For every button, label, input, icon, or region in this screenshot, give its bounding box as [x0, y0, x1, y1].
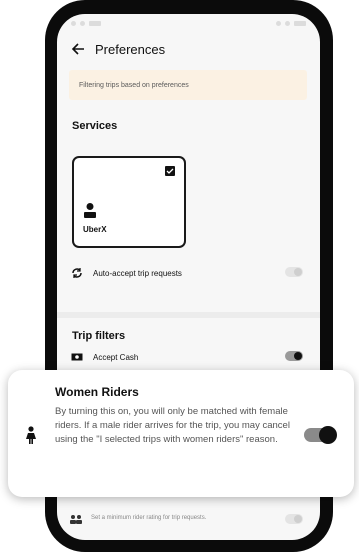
rider-rating-row[interactable]: Set a minimum rider rating for trip requ…: [69, 514, 309, 540]
service-card-uberx[interactable]: UberX: [72, 156, 186, 248]
auto-accept-row[interactable]: Auto-accept trip requests: [69, 262, 309, 284]
rider-rating-toggle[interactable]: [285, 514, 303, 524]
services-heading: Services: [72, 120, 118, 132]
women-riders-description: By turning this on, you will only be mat…: [55, 406, 290, 445]
app-icon: [80, 20, 85, 26]
woman-icon: [26, 426, 36, 444]
toggle-knob: [294, 515, 302, 523]
checkbox-checked-icon[interactable]: [165, 166, 175, 176]
women-riders-card: Women Riders By turning this on, you wil…: [8, 370, 354, 497]
banner-text: Filtering trips based on preferences: [79, 81, 189, 89]
filter-banner: Filtering trips based on preferences: [69, 70, 307, 100]
person-icon: [84, 203, 96, 218]
auto-accept-label: Auto-accept trip requests: [93, 268, 182, 278]
toggle-knob: [294, 268, 302, 276]
back-button[interactable]: [67, 38, 89, 60]
women-riders-toggle[interactable]: [304, 426, 337, 444]
accept-cash-toggle[interactable]: [285, 351, 303, 361]
app-bar: Preferences: [57, 32, 320, 66]
women-riders-title: Women Riders: [55, 385, 139, 399]
accept-cash-label: Accept Cash: [93, 352, 139, 362]
rider-rating-text: Set a minimum rider rating for trip requ…: [91, 515, 207, 521]
toggle-knob: [319, 426, 337, 444]
notification-icon: [71, 20, 76, 26]
wifi-icon: [285, 20, 290, 26]
status-right-icons: [276, 20, 306, 26]
battery-icon: [294, 20, 306, 26]
message-icon: [89, 20, 101, 26]
vibrate-icon: [276, 20, 281, 26]
toggle-knob: [294, 352, 302, 360]
accept-cash-row[interactable]: Accept Cash: [69, 346, 309, 368]
status-bar: [57, 14, 320, 32]
service-label: UberX: [83, 225, 107, 234]
page-title: Preferences: [95, 41, 166, 57]
sync-icon: [69, 266, 85, 280]
cash-icon: [69, 350, 85, 364]
auto-accept-toggle[interactable]: [285, 267, 303, 277]
back-arrow-icon: [71, 43, 84, 55]
people-icon: [69, 514, 83, 526]
section-divider: [57, 312, 320, 318]
status-left-icons: [71, 20, 101, 26]
trip-filters-heading: Trip filters: [72, 330, 126, 342]
